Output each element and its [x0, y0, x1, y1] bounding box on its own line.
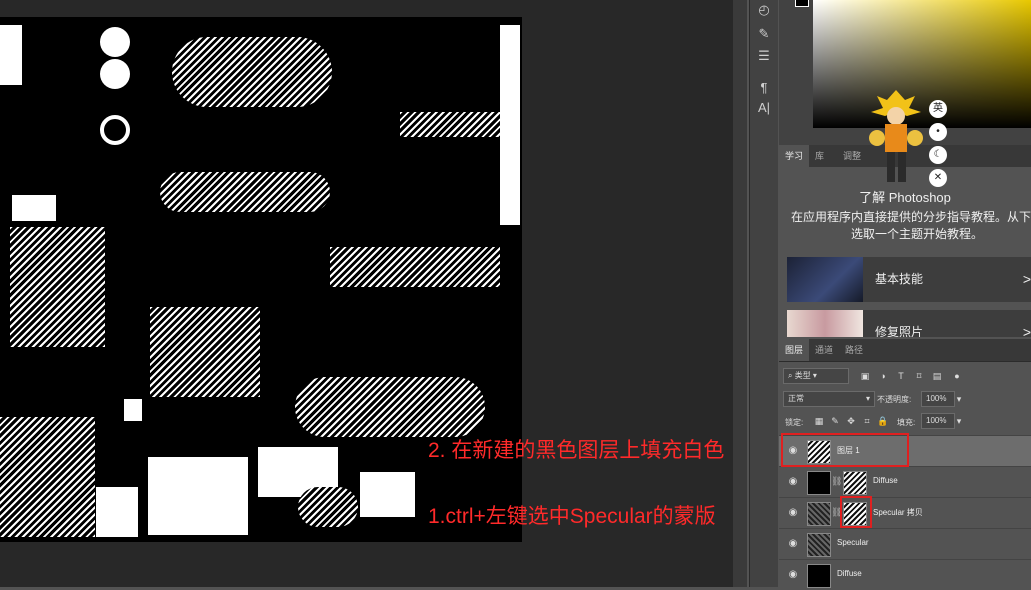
canvas-area[interactable]: 2. 在新建的黑色图层上填充白色 1.ctrl+左键选中Specular的蒙版: [0, 0, 733, 587]
adjustment-filter-icon[interactable]: ◑: [877, 370, 889, 382]
layer-row[interactable]: ◉ Specular: [779, 528, 1031, 559]
right-panels: 学习 库 调整 了解 Photoshop 在应用程序内直接提供的分步指导教程。从…: [779, 0, 1031, 590]
tab-adjustments[interactable]: 调整: [837, 145, 867, 167]
chevron-right-icon: >: [1022, 324, 1031, 337]
annotation-step-1: 1.ctrl+左键选中Specular的蒙版: [428, 505, 716, 528]
filter-kind-select[interactable]: ⌕ 类型 ▾: [783, 368, 849, 384]
canvas-scrollbar[interactable]: [733, 0, 747, 587]
lock-artboard-icon[interactable]: ⌗: [861, 415, 873, 427]
opacity-dropdown-icon[interactable]: ▾: [953, 393, 965, 405]
course-basic-skills[interactable]: 基本技能 >: [787, 257, 1031, 302]
lock-label: 锁定:: [785, 418, 804, 427]
course-thumbnail: [787, 257, 863, 302]
panel-toolstrip: ◴ ✎ ☰ ¶ A|: [749, 0, 778, 587]
lock-position-icon[interactable]: ✥: [845, 415, 857, 427]
tab-channels[interactable]: 通道: [809, 339, 839, 361]
ime-moon-icon[interactable]: ☾: [929, 146, 947, 164]
type-filter-icon[interactable]: T: [895, 370, 907, 382]
opacity-field[interactable]: 100%: [921, 391, 955, 407]
visibility-eye-icon[interactable]: ◉: [787, 507, 799, 519]
layer-row[interactable]: ◉ ⛓ Specular 拷贝: [779, 497, 1031, 528]
layer-thumbnail: [807, 564, 831, 588]
filter-kind-value: 类型: [794, 371, 811, 380]
layer-filter-bar: ⌕ 类型 ▾ ▣ ◑ T ⌑ ▤ ●: [779, 364, 1031, 386]
ime-language-button[interactable]: 英: [929, 100, 947, 118]
ime-avatar[interactable]: [865, 90, 927, 190]
ime-punct-icon[interactable]: •: [929, 123, 947, 141]
visibility-eye-icon[interactable]: ◉: [787, 538, 799, 550]
highlight-new-layer: [781, 433, 909, 467]
annotation-step-2: 2. 在新建的黑色图层上填充白色: [428, 439, 725, 462]
paragraph-icon[interactable]: ¶: [754, 78, 774, 98]
layer-name: Diffuse: [837, 569, 862, 578]
properties-icon[interactable]: ☰: [754, 46, 774, 66]
course-thumbnail: [787, 310, 863, 337]
layer-row[interactable]: ◉ ⛓ Diffuse: [779, 466, 1031, 497]
smart-object-filter-icon[interactable]: ▤: [931, 370, 943, 382]
layer-name: Specular: [837, 538, 869, 547]
tab-paths[interactable]: 路径: [839, 339, 869, 361]
layer-mask-thumbnail[interactable]: [843, 471, 867, 495]
mask-link-icon[interactable]: ⛓: [831, 476, 842, 487]
layer-thumbnail: [807, 502, 831, 526]
character-icon[interactable]: A|: [754, 98, 774, 118]
course-label: 修复照片: [875, 325, 924, 337]
visibility-eye-icon[interactable]: ◉: [787, 569, 799, 581]
layer-thumbnail: [807, 471, 831, 495]
learn-description: 在应用程序内直接提供的分步指导教程。从下面选取一个主题开始教程。: [791, 210, 1031, 241]
layer-thumbnail: [807, 533, 831, 557]
foreground-swatch[interactable]: [795, 0, 809, 7]
blend-mode-value: 正常: [788, 394, 804, 403]
tab-layers[interactable]: 图层: [779, 339, 810, 361]
lock-transparent-icon[interactable]: ▦: [813, 415, 825, 427]
blend-mode-select[interactable]: 正常 ▾: [783, 391, 875, 407]
course-fix-photo[interactable]: 修复照片 >: [787, 310, 1031, 337]
ime-tools-icon[interactable]: ✕: [929, 169, 947, 187]
fill-dropdown-icon[interactable]: ▾: [953, 415, 965, 427]
lock-pixels-icon[interactable]: ✎: [829, 415, 841, 427]
shape-filter-icon[interactable]: ⌑: [913, 370, 925, 382]
layer-row[interactable]: ◉ Diffuse: [779, 559, 1031, 590]
fill-label: 填充:: [897, 418, 916, 427]
layer-name: Diffuse: [873, 476, 898, 485]
layer-name: Specular 拷贝: [873, 508, 923, 517]
course-label: 基本技能: [875, 272, 924, 286]
pixel-filter-icon[interactable]: ▣: [859, 370, 871, 382]
opacity-label: 不透明度:: [877, 395, 912, 404]
fill-field[interactable]: 100%: [921, 413, 955, 429]
history-icon[interactable]: ◴: [754, 0, 774, 20]
filter-toggle-icon[interactable]: ●: [951, 370, 963, 382]
layers-tabs: 图层 通道 路径: [779, 339, 1031, 362]
learn-panel: 了解 Photoshop 在应用程序内直接提供的分步指导教程。从下面选取一个主题…: [779, 167, 1031, 337]
visibility-eye-icon[interactable]: ◉: [787, 476, 799, 488]
highlight-specular-mask: [840, 496, 872, 528]
tab-learn[interactable]: 学习: [779, 145, 810, 167]
tab-library[interactable]: 库: [809, 145, 830, 167]
chevron-right-icon: >: [1022, 271, 1031, 287]
lock-all-icon[interactable]: 🔒: [877, 415, 889, 427]
brush-settings-icon[interactable]: ✎: [754, 24, 774, 44]
